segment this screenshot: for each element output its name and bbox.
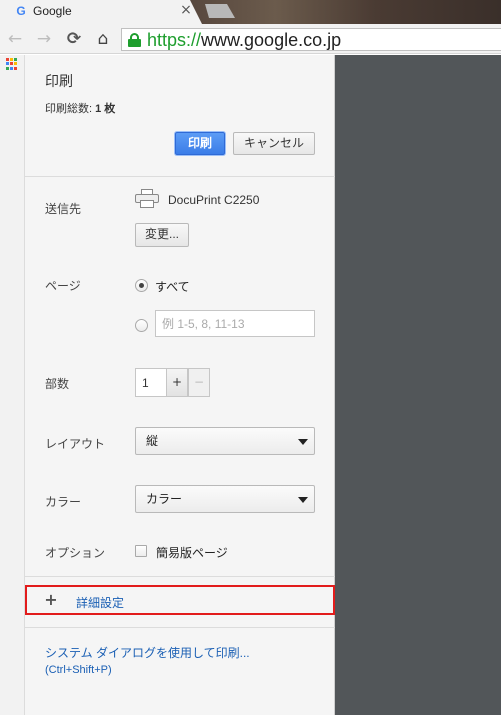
browser-toolbar: ← → ⟳ ⌂ https://www.google.co.jp xyxy=(0,24,501,54)
dropdown-arrow-icon xyxy=(298,497,308,503)
layout-select-value: 縦 xyxy=(146,434,159,448)
printer-icon xyxy=(135,189,159,209)
dropdown-arrow-icon xyxy=(298,439,308,445)
pages-custom-radio[interactable] xyxy=(135,319,148,332)
simplify-page-checkbox[interactable] xyxy=(135,545,147,557)
destination-label: 送信先 xyxy=(45,202,82,216)
url-scheme: https:// xyxy=(147,30,202,50)
back-arrow-icon[interactable]: ← xyxy=(6,30,24,48)
lock-icon xyxy=(128,33,141,47)
pages-range-input[interactable] xyxy=(155,310,315,337)
pages-label: ページ xyxy=(45,279,81,293)
print-title: 印刷 xyxy=(45,73,73,89)
url-host: www.google.co.jp xyxy=(201,30,342,50)
layout-label: レイアウト xyxy=(45,437,106,451)
change-destination-button[interactable]: 変更... xyxy=(135,223,189,247)
forward-arrow-icon[interactable]: → xyxy=(35,30,53,48)
home-icon[interactable]: ⌂ xyxy=(94,30,112,48)
copies-label: 部数 xyxy=(45,377,70,391)
printer-name: DocuPrint C2250 xyxy=(168,193,260,207)
print-button[interactable]: 印刷 xyxy=(175,132,225,155)
apps-grid-icon[interactable] xyxy=(6,58,18,70)
copies-increment-button[interactable]: + xyxy=(166,368,188,397)
divider xyxy=(25,176,335,177)
tab-title: Google xyxy=(33,4,72,18)
copies-input[interactable] xyxy=(135,368,167,397)
pages-all-label[interactable]: すべて xyxy=(155,278,190,295)
simplify-page-label[interactable]: 簡易版ページ xyxy=(156,544,228,561)
system-dialog-shortcut: (Ctrl+Shift+P) xyxy=(45,664,112,676)
url-text: https://www.google.co.jp xyxy=(147,30,341,50)
cancel-button[interactable]: キャンセル xyxy=(233,132,315,155)
system-dialog-link[interactable]: システム ダイアログを使用して印刷... xyxy=(45,644,250,661)
reload-icon[interactable]: ⟳ xyxy=(65,30,83,48)
advanced-settings-toggle[interactable]: + 詳細設定 xyxy=(25,585,335,615)
advanced-settings-label[interactable]: 詳細設定 xyxy=(76,594,124,611)
google-favicon-icon: G xyxy=(16,4,26,18)
total-pages: 印刷総数: 1 枚 xyxy=(45,100,115,116)
print-preview-area xyxy=(335,55,501,715)
tab-google[interactable]: G Google × xyxy=(0,0,202,24)
color-label: カラー xyxy=(45,495,82,509)
total-pages-value: 1 枚 xyxy=(95,103,116,115)
total-pages-label: 印刷総数: xyxy=(45,103,96,115)
pages-all-radio[interactable] xyxy=(135,279,148,292)
copies-decrement-button[interactable]: − xyxy=(188,368,210,397)
options-label: オプション xyxy=(45,546,106,560)
color-select[interactable]: カラー xyxy=(135,485,315,513)
layout-select[interactable]: 縦 xyxy=(135,427,315,455)
color-select-value: カラー xyxy=(146,492,183,506)
address-bar[interactable]: https://www.google.co.jp xyxy=(121,28,501,51)
tab-close-icon[interactable]: × xyxy=(179,3,193,17)
plus-icon: + xyxy=(44,590,58,609)
divider xyxy=(25,576,335,577)
divider xyxy=(25,627,335,628)
print-settings-panel: 印刷 印刷総数: 1 枚 印刷 キャンセル 送信先 DocuPrint C225… xyxy=(24,55,335,715)
tab-strip: G Google × xyxy=(0,0,501,24)
bookmarks-bar xyxy=(0,55,24,715)
